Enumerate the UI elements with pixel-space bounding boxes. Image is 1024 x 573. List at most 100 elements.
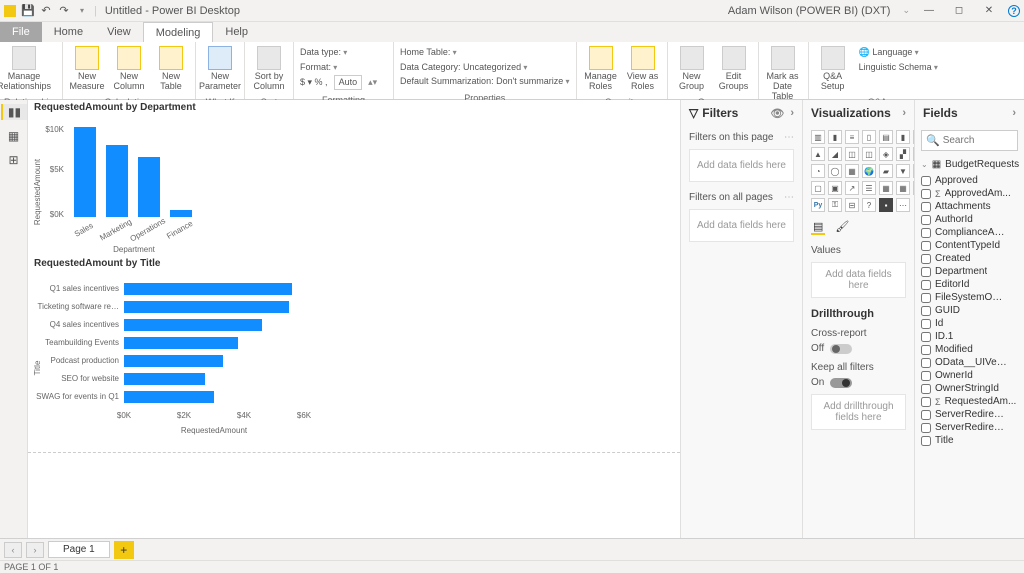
field-table-budgetrequests[interactable]: ⌄ ▦ BudgetRequests	[915, 155, 1024, 174]
field-checkbox[interactable]	[921, 410, 931, 420]
field-item[interactable]: EditorId	[921, 278, 1018, 291]
field-checkbox[interactable]	[921, 202, 931, 212]
field-checkbox[interactable]	[921, 345, 931, 355]
qat-dropdown-icon[interactable]: ▾	[76, 5, 88, 17]
values-drop[interactable]: Add data fields here	[811, 262, 906, 298]
field-item[interactable]: Created	[921, 252, 1018, 265]
eye-icon[interactable]: 👁	[770, 107, 784, 120]
default-summarization-dropdown[interactable]: Default Summarization: Don't summarize	[400, 75, 570, 88]
multi-card-icon[interactable]: ▣	[828, 181, 842, 195]
qa-visual-icon[interactable]: ?	[862, 198, 876, 212]
keep-filters-toggle[interactable]	[830, 378, 852, 388]
line-clustered-icon[interactable]: ◫	[862, 147, 876, 161]
treemap-icon[interactable]: ▦	[845, 164, 859, 178]
save-icon[interactable]: 💾	[22, 5, 34, 17]
area-chart-icon[interactable]: ▲	[811, 147, 825, 161]
stacked-bar-icon[interactable]: ▥	[811, 130, 825, 144]
new-measure-button[interactable]: New Measure	[67, 44, 107, 94]
decimal-stepper-icon[interactable]: ▴▾	[368, 76, 377, 89]
field-checkbox[interactable]	[921, 436, 931, 446]
model-view-icon[interactable]: ⊞	[5, 152, 23, 168]
waterfall-icon[interactable]: ▞	[896, 147, 910, 161]
undo-icon[interactable]: ↶	[40, 5, 52, 17]
edit-groups-button[interactable]: Edit Groups	[714, 44, 754, 94]
field-item[interactable]: AuthorId	[921, 213, 1018, 226]
fields-well-icon[interactable]: ▤	[811, 220, 825, 235]
filters-on-page-drop[interactable]: Add data fields here	[689, 149, 794, 182]
filters-on-all-drop[interactable]: Add data fields here	[689, 209, 794, 242]
data-type-dropdown[interactable]: Data type:	[300, 46, 347, 59]
field-checkbox[interactable]	[921, 423, 931, 433]
field-item[interactable]: ΣRequestedAm...	[921, 395, 1018, 408]
mark-date-table-button[interactable]: Mark as Date Table	[763, 44, 803, 104]
field-checkbox[interactable]	[921, 384, 931, 394]
field-item[interactable]: Modified	[921, 343, 1018, 356]
field-item[interactable]: ID.1	[921, 330, 1018, 343]
manage-relationships-button[interactable]: Manage Relationships	[4, 44, 44, 94]
field-item[interactable]: OwnerId	[921, 369, 1018, 382]
ribbon-chart-icon[interactable]: ◈	[879, 147, 893, 161]
field-checkbox[interactable]	[921, 306, 931, 316]
currency-buttons[interactable]: $ ▾ % ,	[300, 76, 328, 89]
table-icon[interactable]: ▦	[879, 181, 893, 195]
field-checkbox[interactable]	[921, 371, 931, 381]
tab-help[interactable]: Help	[213, 22, 260, 42]
clustered-column-icon[interactable]: ▯	[862, 130, 876, 144]
add-page-button[interactable]: +	[114, 541, 134, 559]
field-item[interactable]: ServerRedirec...	[921, 408, 1018, 421]
page-next-button[interactable]: ›	[26, 542, 44, 558]
field-item[interactable]: Department	[921, 265, 1018, 278]
help-icon[interactable]: ?	[1008, 5, 1020, 17]
tab-modeling[interactable]: Modeling	[143, 22, 214, 42]
filled-map-icon[interactable]: ▰	[879, 164, 893, 178]
matrix-icon[interactable]: ▦	[896, 181, 910, 195]
page-tab-1[interactable]: Page 1	[48, 541, 110, 558]
minimize-button[interactable]: —	[914, 5, 944, 16]
more-visuals-icon[interactable]: ⋯	[896, 198, 910, 212]
field-item[interactable]: OwnerStringId	[921, 382, 1018, 395]
linguistic-schema-dropdown[interactable]: Linguistic Schema	[859, 61, 938, 74]
field-checkbox[interactable]	[921, 176, 931, 186]
close-button[interactable]: ✕	[974, 5, 1004, 16]
field-item[interactable]: ΣApprovedAm...	[921, 187, 1018, 200]
sort-by-column-button[interactable]: Sort by Column	[249, 44, 289, 94]
more-icon[interactable]: ⋯	[784, 132, 794, 143]
field-checkbox[interactable]	[921, 228, 931, 238]
tab-file[interactable]: File	[0, 22, 42, 42]
map-icon[interactable]: 🌍	[862, 164, 876, 178]
card-icon[interactable]: ▢	[811, 181, 825, 195]
drillthrough-drop[interactable]: Add drillthrough fields here	[811, 394, 906, 430]
field-checkbox[interactable]	[921, 267, 931, 277]
tab-home[interactable]: Home	[42, 22, 95, 42]
report-view-icon[interactable]: ▮▮	[1, 104, 27, 120]
maximize-button[interactable]: ◻	[944, 5, 974, 16]
chart-requestedamount-by-title[interactable]: RequestedAmount by Title Title Q1 sales …	[34, 258, 334, 448]
line-column-icon[interactable]: ◫	[845, 147, 859, 161]
home-table-dropdown[interactable]: Home Table:	[400, 46, 457, 59]
field-checkbox[interactable]	[921, 319, 931, 329]
format-dropdown[interactable]: Format:	[300, 61, 337, 74]
decomposition-icon[interactable]: ⊟	[845, 198, 859, 212]
report-canvas[interactable]: RequestedAmount by Department RequestedA…	[28, 100, 680, 538]
field-checkbox[interactable]	[921, 358, 931, 368]
donut-chart-icon[interactable]: ◯	[828, 164, 842, 178]
field-checkbox[interactable]	[921, 215, 931, 225]
search-input[interactable]	[943, 135, 1013, 146]
page-prev-button[interactable]: ‹	[4, 542, 22, 558]
field-checkbox[interactable]	[921, 293, 931, 303]
chevron-right-icon[interactable]: ›	[1012, 107, 1016, 119]
field-checkbox[interactable]	[921, 332, 931, 342]
field-item[interactable]: ContentTypeId	[921, 239, 1018, 252]
field-checkbox[interactable]	[921, 280, 931, 290]
chevron-down-icon[interactable]: ⌄	[902, 5, 910, 16]
field-item[interactable]: ServerRedirec...	[921, 421, 1018, 434]
qa-setup-button[interactable]: Q&A Setup	[813, 44, 853, 94]
hundred-bar-icon[interactable]: ▤	[879, 130, 893, 144]
stacked-area-icon[interactable]: ◢	[828, 147, 842, 161]
slicer-icon[interactable]: ☰	[862, 181, 876, 195]
field-item[interactable]: Attachments	[921, 200, 1018, 213]
new-group-button[interactable]: New Group	[672, 44, 712, 94]
kpi-icon[interactable]: ↗	[845, 181, 859, 195]
field-checkbox[interactable]	[921, 397, 931, 407]
view-as-roles-button[interactable]: View as Roles	[623, 44, 663, 94]
